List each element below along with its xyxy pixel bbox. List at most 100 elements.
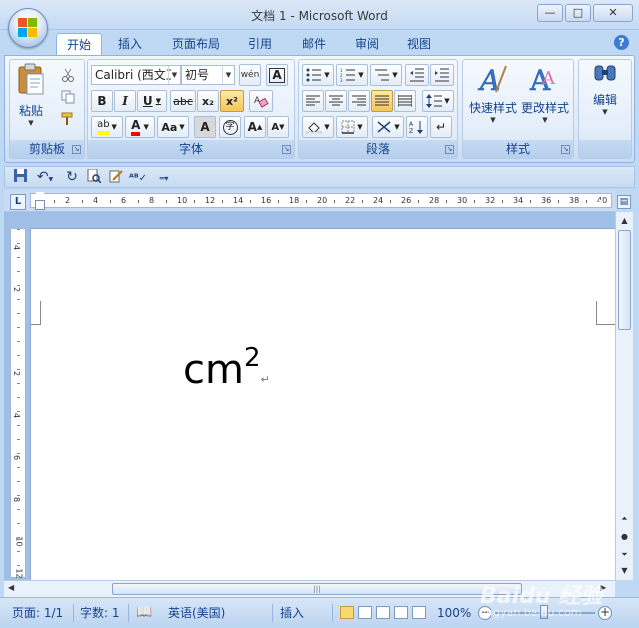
scroll-down-icon[interactable]: ▼	[618, 564, 631, 578]
zoom-level[interactable]: 100%	[437, 603, 471, 623]
quick-print-button[interactable]	[107, 169, 125, 186]
browse-object-icon[interactable]: ●	[618, 530, 631, 544]
copy-button[interactable]	[58, 86, 78, 108]
right-indent-marker[interactable]	[596, 199, 606, 206]
tab-review[interactable]: 审阅	[345, 33, 389, 55]
page-count[interactable]: 页面: 1/1	[12, 603, 63, 623]
multilevel-list-button[interactable]: ▼	[370, 64, 402, 86]
bullets-icon	[306, 68, 322, 82]
ruler-tick-mark	[362, 200, 363, 203]
customize-qat-button[interactable]: ═▾	[155, 169, 173, 186]
increase-indent-button[interactable]	[430, 64, 454, 86]
tab-references[interactable]: 引用	[238, 33, 282, 55]
language-indicator[interactable]: 英语(美国)	[168, 603, 225, 623]
font-size-select[interactable]: 初号 ▼	[181, 65, 235, 85]
distributed-button[interactable]	[394, 90, 416, 112]
view-ruler-icon[interactable]: ▤	[617, 195, 631, 209]
previous-page-icon[interactable]: ⏶	[618, 512, 631, 526]
first-line-indent-marker[interactable]	[35, 192, 45, 198]
document-text[interactable]: cm2↵	[183, 343, 270, 393]
underline-button[interactable]: U ▼	[137, 90, 167, 112]
tab-home[interactable]: 开始	[56, 33, 103, 55]
horizontal-scroll-thumb[interactable]: |||	[112, 583, 522, 595]
font-launcher-icon[interactable]: ↘	[282, 145, 291, 154]
next-page-icon[interactable]: ⏷	[618, 548, 631, 562]
sort-button[interactable]: AZ	[406, 116, 428, 138]
superscript-button[interactable]: x²	[220, 90, 244, 112]
line-spacing-button[interactable]: ▼	[422, 90, 454, 112]
strikethrough-button[interactable]: abc	[170, 90, 196, 112]
undo-button[interactable]: ↶▼	[33, 169, 57, 186]
svg-text:3: 3	[340, 78, 343, 82]
vertical-scrollbar[interactable]: ▲ ⏶ ● ⏷ ▼	[615, 212, 633, 580]
align-right-button[interactable]	[348, 90, 370, 112]
proofing-icon[interactable]: 📖	[136, 603, 152, 623]
close-button[interactable]: ✕	[593, 4, 633, 22]
clipboard-launcher-icon[interactable]: ↘	[72, 145, 81, 154]
print-preview-icon	[87, 168, 102, 184]
insert-mode[interactable]: 插入	[280, 603, 304, 623]
ruler-tick-mark	[418, 200, 419, 203]
chinese-layout-button[interactable]: ▼	[372, 116, 404, 138]
vertical-scroll-thumb[interactable]	[618, 230, 631, 330]
change-styles-button[interactable]: AA 更改样式 ▼	[519, 62, 571, 136]
scroll-up-icon[interactable]: ▲	[618, 214, 631, 228]
web-layout-icon[interactable]	[376, 606, 390, 619]
character-shading-button[interactable]: A	[194, 116, 216, 138]
font-color-button[interactable]: A ▼	[125, 116, 155, 138]
print-preview-button[interactable]	[85, 168, 103, 186]
shrink-font-button[interactable]: A ▼	[267, 116, 289, 138]
numbering-icon: 123	[340, 68, 356, 82]
align-left-button[interactable]	[302, 90, 324, 112]
draft-view-icon[interactable]	[412, 606, 426, 619]
redo-icon: ↻	[66, 169, 78, 185]
numbering-button[interactable]: 1 2 3 ▼	[336, 64, 368, 86]
show-hide-marks-button[interactable]: ↵	[430, 116, 452, 138]
character-border-button[interactable]: A	[266, 64, 288, 86]
decrease-indent-button[interactable]	[405, 64, 429, 86]
office-button[interactable]	[8, 8, 48, 48]
document-page[interactable]: cm2↵	[30, 228, 616, 580]
minimize-button[interactable]: —	[537, 4, 563, 22]
clear-formatting-button[interactable]: A	[249, 90, 273, 112]
styles-launcher-icon[interactable]: ↘	[561, 145, 570, 154]
tab-selector[interactable]: L	[10, 194, 26, 210]
change-case-button[interactable]: Aa ▼	[157, 116, 189, 138]
paste-button[interactable]: 粘贴 ▼	[14, 63, 48, 133]
maximize-button[interactable]: □	[565, 4, 591, 22]
italic-button[interactable]: I	[114, 90, 136, 112]
redo-button[interactable]: ↻	[63, 169, 81, 186]
paragraph-launcher-icon[interactable]: ↘	[445, 145, 454, 154]
change-case-arrow-icon: ▼	[179, 123, 185, 131]
enclose-characters-button[interactable]: 字	[219, 116, 241, 138]
quick-styles-button[interactable]: A 快速样式 ▼	[467, 62, 519, 136]
grow-font-button[interactable]: A ▲	[244, 116, 266, 138]
word-count[interactable]: 字数: 1	[80, 603, 120, 623]
save-button[interactable]	[11, 169, 29, 186]
bold-button[interactable]: B	[91, 90, 113, 112]
highlight-button[interactable]: ab ▼	[91, 116, 123, 138]
phonetic-guide-button[interactable]: wén	[239, 64, 261, 86]
editing-button[interactable]: 编辑 ▼	[583, 64, 627, 134]
tab-insert[interactable]: 插入	[108, 33, 152, 55]
full-screen-reading-icon[interactable]	[358, 606, 372, 619]
format-painter-button[interactable]	[58, 108, 78, 130]
font-name-select[interactable]: Calibri (西文正文) ▼	[91, 65, 181, 85]
shading-button[interactable]: ▼	[302, 116, 334, 138]
tab-mailings[interactable]: 邮件	[292, 33, 336, 55]
subscript-button[interactable]: x₂	[197, 90, 219, 112]
left-indent-marker[interactable]	[35, 200, 45, 210]
bullets-button[interactable]: ▼	[302, 64, 334, 86]
tab-page-layout[interactable]: 页面布局	[162, 33, 230, 55]
borders-button[interactable]: ▼	[336, 116, 368, 138]
spelling-button[interactable]: ᴬᴮ✓	[129, 169, 147, 186]
outline-view-icon[interactable]	[394, 606, 408, 619]
print-layout-view-icon[interactable]	[340, 606, 354, 619]
vertical-ruler-tick-mark	[17, 509, 20, 510]
cut-button[interactable]	[58, 64, 78, 86]
justify-button[interactable]	[371, 90, 393, 112]
align-center-button[interactable]	[325, 90, 347, 112]
help-icon[interactable]: ?	[614, 35, 629, 50]
tab-view[interactable]: 视图	[397, 33, 441, 55]
scroll-left-icon[interactable]: ◀	[8, 583, 14, 592]
